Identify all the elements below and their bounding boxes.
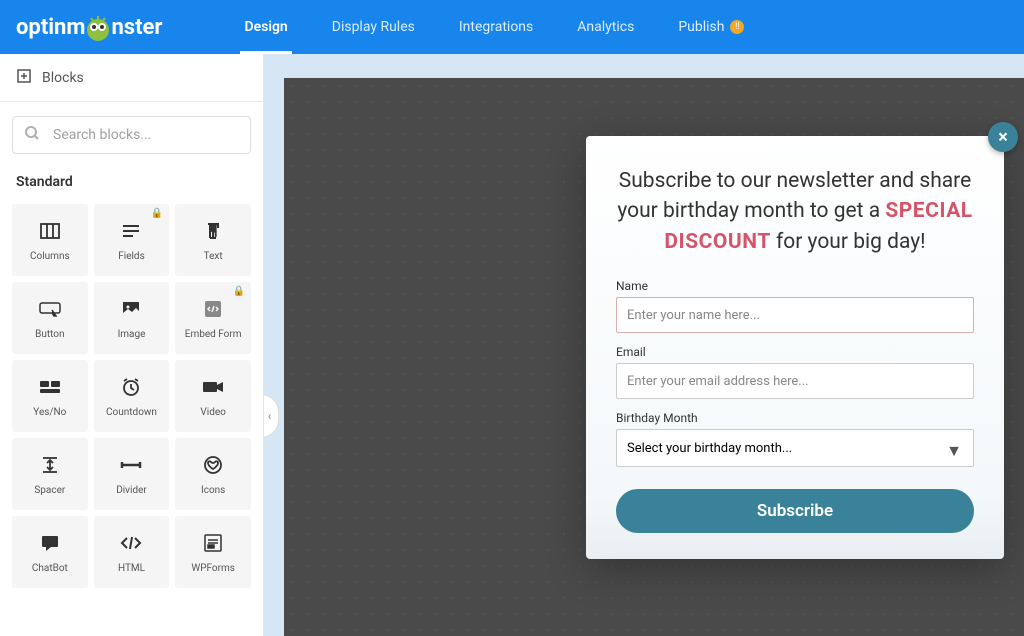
popup-headline[interactable]: Subscribe to our newsletter and share yo… xyxy=(616,166,974,257)
svg-text:¶: ¶ xyxy=(209,221,218,242)
chevron-left-icon: ‹ xyxy=(268,409,272,423)
embed-icon xyxy=(202,297,224,321)
spacer-icon xyxy=(39,453,61,477)
nav-integrations[interactable]: Integrations xyxy=(437,0,555,54)
logo[interactable]: optinm nster xyxy=(16,12,162,42)
block-text[interactable]: ¶Text xyxy=(175,204,251,276)
email-label: Email xyxy=(616,345,974,359)
lock-icon: 🔒 xyxy=(151,208,163,219)
blocks-tab[interactable]: Blocks xyxy=(0,54,263,102)
block-embedform[interactable]: 🔒Embed Form xyxy=(175,282,251,354)
top-nav: optinm nster Design Display Rules Integr… xyxy=(0,0,1024,54)
block-spacer[interactable]: Spacer xyxy=(12,438,88,510)
logo-monster-icon xyxy=(83,12,113,42)
block-columns[interactable]: Columns xyxy=(12,204,88,276)
canvas: ‹ × Subscribe to our newsletter and shar… xyxy=(264,54,1024,636)
yesno-icon xyxy=(38,375,62,399)
text-icon: ¶ xyxy=(202,219,224,243)
sidebar: Blocks Standard Columns🔒Fields¶Text Butto… xyxy=(0,54,264,636)
bmonth-label: Birthday Month xyxy=(616,411,974,425)
button-icon xyxy=(38,297,62,321)
chat-icon xyxy=(39,531,61,555)
divider-icon xyxy=(119,453,143,477)
popup-close-button[interactable]: × xyxy=(988,122,1018,152)
name-input[interactable] xyxy=(616,297,974,333)
nav-display-rules[interactable]: Display Rules xyxy=(310,0,437,54)
publish-badge: !! xyxy=(730,20,744,34)
subscribe-button[interactable]: Subscribe xyxy=(616,489,974,533)
clock-icon xyxy=(120,375,142,399)
fields-icon xyxy=(120,219,142,243)
category-title: Standard xyxy=(16,174,247,190)
block-fields[interactable]: 🔒Fields xyxy=(94,204,170,276)
lock-icon: 🔒 xyxy=(233,286,245,297)
block-icons[interactable]: Icons xyxy=(175,438,251,510)
block-grid: Columns🔒Fields¶Text ButtonImage🔒Embed For… xyxy=(12,204,251,588)
bmonth-select[interactable]: Select your birthday month... xyxy=(616,429,974,467)
columns-icon xyxy=(39,219,61,243)
email-input[interactable] xyxy=(616,363,974,399)
block-image[interactable]: Image xyxy=(94,282,170,354)
block-html[interactable]: HTML xyxy=(94,516,170,588)
blocks-icon xyxy=(16,68,32,88)
block-countdown[interactable]: Countdown xyxy=(94,360,170,432)
heart-icon xyxy=(202,453,224,477)
code-icon xyxy=(119,531,143,555)
name-label: Name xyxy=(616,279,974,293)
block-chatbot[interactable]: ChatBot xyxy=(12,516,88,588)
block-wpforms[interactable]: WPForms xyxy=(175,516,251,588)
nav-publish[interactable]: Publish!! xyxy=(656,0,766,54)
popup-preview[interactable]: × Subscribe to our newsletter and share … xyxy=(586,136,1004,559)
video-icon xyxy=(201,375,225,399)
block-divider[interactable]: Divider xyxy=(94,438,170,510)
image-icon xyxy=(120,297,142,321)
block-button[interactable]: Button xyxy=(12,282,88,354)
sidebar-collapse-toggle[interactable]: ‹ xyxy=(264,394,279,438)
nav-items: Design Display Rules Integrations Analyt… xyxy=(222,0,766,54)
nav-analytics[interactable]: Analytics xyxy=(555,0,656,54)
block-video[interactable]: Video xyxy=(175,360,251,432)
search-input[interactable] xyxy=(12,116,251,154)
search-icon xyxy=(24,125,40,145)
nav-design[interactable]: Design xyxy=(222,0,309,54)
block-yesno[interactable]: Yes/No xyxy=(12,360,88,432)
form-icon xyxy=(202,531,224,555)
close-icon: × xyxy=(998,127,1008,148)
